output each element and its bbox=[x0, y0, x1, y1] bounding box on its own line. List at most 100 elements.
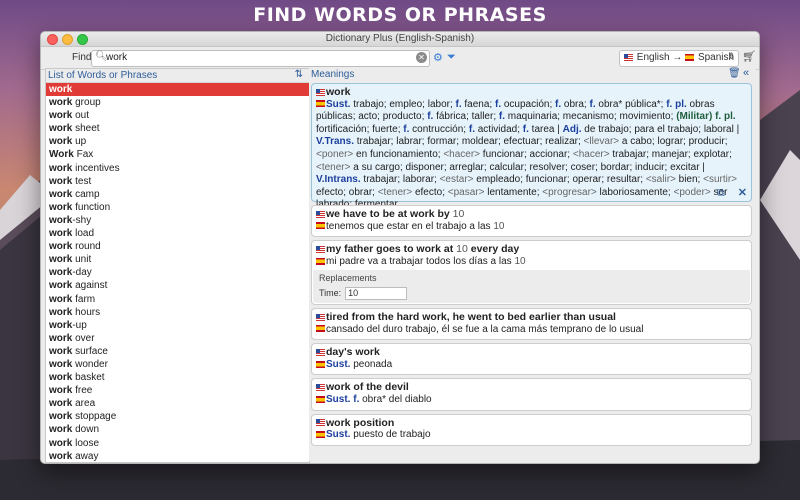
entry-definition: Sust. trabajo; empleo; labor; f. faena; … bbox=[316, 99, 747, 212]
word-list-item[interactable]: work-day bbox=[46, 266, 309, 279]
definition-text: ocupación; bbox=[501, 98, 556, 110]
language-direction-select[interactable]: English → Spanish ⇕ bbox=[619, 50, 739, 67]
spain-flag-icon bbox=[316, 395, 325, 403]
word-rest-text: out bbox=[72, 110, 90, 122]
word-list-item[interactable]: work test bbox=[46, 175, 309, 188]
word-list-item[interactable]: work away bbox=[46, 450, 309, 463]
lang-arrow: → bbox=[672, 52, 683, 63]
word-rest-text: basket bbox=[72, 372, 105, 384]
word-list-item[interactable]: work loose bbox=[46, 437, 309, 450]
us-flag-icon bbox=[624, 53, 633, 61]
word-match-text: Work bbox=[49, 149, 74, 161]
close-icon[interactable]: ✕ bbox=[738, 187, 747, 200]
cart-icon[interactable]: 🛒︎ bbox=[742, 50, 756, 63]
word-list-item[interactable]: work unit bbox=[46, 253, 309, 266]
word-match-text: work bbox=[49, 385, 73, 397]
example-translation: cansado del duro trabajo, él se fue a la… bbox=[326, 323, 644, 335]
main-card-actions: ⧉ ✕ bbox=[717, 187, 747, 200]
particle-tag: <tener> bbox=[377, 186, 413, 198]
search-input[interactable]: 🔍︎ work ✕ bbox=[91, 50, 430, 67]
definition-text: de trabajo; para el trabajo; laboral | bbox=[581, 123, 740, 135]
word-list-item[interactable]: work surface bbox=[46, 345, 309, 358]
example-number: 10 bbox=[514, 255, 526, 267]
settings-gear-icon[interactable]: ⚙ bbox=[433, 51, 443, 64]
word-list-item[interactable]: work free bbox=[46, 384, 309, 397]
word-list-item[interactable]: work group bbox=[46, 96, 309, 109]
word-list-item[interactable]: work load bbox=[46, 227, 309, 240]
word-match-text: work bbox=[49, 123, 73, 135]
word-list-item[interactable]: work incentives bbox=[46, 162, 309, 175]
word-rest-text: camp bbox=[72, 188, 100, 200]
word-list-item[interactable]: work out bbox=[46, 109, 309, 122]
phrase-translation: puesto de trabajo bbox=[350, 429, 431, 441]
example-number: 10 bbox=[493, 220, 505, 232]
word-list-item[interactable]: work against bbox=[46, 279, 309, 292]
definition-text: trabajar; manejar; explotar; bbox=[609, 148, 732, 160]
time-input[interactable]: 10 bbox=[345, 286, 408, 300]
example-card[interactable]: my father goes to work at 10 every day m… bbox=[311, 240, 752, 305]
word-list-item[interactable]: work-shy bbox=[46, 214, 309, 227]
copy-icon[interactable]: ⧉ bbox=[717, 187, 725, 200]
word-list-item[interactable]: work over bbox=[46, 332, 309, 345]
particle-tag: <surtir> bbox=[703, 174, 738, 186]
word-match-text: work bbox=[49, 201, 73, 213]
us-flag-icon bbox=[316, 88, 325, 96]
particle-tag: <llevar> bbox=[583, 136, 620, 148]
phrase-card[interactable]: work position Sust. puesto de trabajo bbox=[311, 413, 752, 446]
spain-flag-icon bbox=[316, 430, 325, 438]
sort-icon[interactable]: ⇅ bbox=[295, 69, 303, 80]
word-list-item[interactable]: work farm bbox=[46, 293, 309, 306]
word-list-item[interactable]: work camp bbox=[46, 188, 309, 201]
word-rest-text: up bbox=[72, 136, 87, 148]
word-list-item[interactable]: work area bbox=[46, 397, 309, 410]
us-flag-icon bbox=[316, 348, 325, 356]
meaning-cards: work Sust. trabajo; empleo; labor; f. fa… bbox=[311, 83, 752, 449]
word-list-item[interactable]: work basket bbox=[46, 371, 309, 384]
example-phrase: we have to be at work by bbox=[326, 208, 453, 220]
phrase-headword: day's work bbox=[326, 346, 380, 359]
example-card[interactable]: tired from the hard work, he went to bed… bbox=[311, 307, 752, 341]
word-list-item[interactable]: work stoppage bbox=[46, 410, 309, 423]
example-phrase: tired from the hard work, he went to bed… bbox=[326, 310, 616, 323]
word-list-item[interactable]: work hours bbox=[46, 306, 309, 319]
definition-text: bien; bbox=[675, 174, 704, 186]
definition-text: empleado; funcionar; operar; resultar; bbox=[473, 174, 646, 186]
word-list-item[interactable]: work sheet bbox=[46, 122, 309, 135]
word-list-item[interactable]: work up bbox=[46, 135, 309, 148]
definition-text: trabajar; labrar; formar; moldear; efect… bbox=[354, 136, 584, 148]
example-card[interactable]: we have to be at work by 10 tenemos que … bbox=[311, 205, 752, 238]
phrase-card[interactable]: work of the devil Sust. f. obra* del dia… bbox=[311, 378, 752, 411]
word-rest-text: unit bbox=[72, 254, 92, 266]
collapse-icon[interactable]: « bbox=[743, 67, 749, 79]
definition-text: funcionar; accionar; bbox=[480, 148, 573, 160]
main-meaning-card[interactable]: work Sust. trabajo; empleo; labor; f. fa… bbox=[311, 83, 752, 210]
word-list-item[interactable]: work wonder bbox=[46, 358, 309, 371]
definition-text: obra* pública*; bbox=[595, 98, 667, 110]
word-list-item[interactable]: work function bbox=[46, 201, 309, 214]
domain-tag: (Militar) f. pl. bbox=[676, 111, 736, 123]
word-match-text: work bbox=[49, 437, 73, 449]
word-match-text: work bbox=[49, 306, 73, 318]
trash-icon[interactable]: 🗑︎ bbox=[728, 68, 741, 79]
word-match-text: work bbox=[49, 450, 73, 462]
word-list-item[interactable]: work round bbox=[46, 240, 309, 253]
toolbar: Find: 🔍︎ work ✕ ⚙ ⏷ English → Spanish ⇕ … bbox=[41, 47, 759, 70]
word-match-text: work bbox=[49, 136, 73, 148]
promo-banner-title: FIND WORDS OR PHRASES bbox=[253, 4, 547, 26]
word-rest-text: free bbox=[72, 385, 93, 397]
clear-search-icon[interactable]: ✕ bbox=[416, 52, 427, 63]
word-rest-text: function bbox=[72, 201, 111, 213]
word-list-item[interactable]: work down bbox=[46, 423, 309, 436]
word-match-text: work bbox=[49, 332, 73, 344]
word-list-item[interactable]: Work Fax bbox=[46, 148, 309, 161]
particle-tag: <progresar> bbox=[542, 186, 597, 198]
definition-text: a cabo; lograr; producir; bbox=[619, 136, 728, 148]
word-match-text: work bbox=[49, 188, 73, 200]
word-list-item[interactable]: work bbox=[46, 83, 309, 97]
filter-icon[interactable]: ⏷ bbox=[447, 51, 456, 64]
phrase-card[interactable]: day's work Sust. peonada bbox=[311, 343, 752, 376]
word-list-item[interactable]: work-up bbox=[46, 319, 309, 332]
phrase-headword: work position bbox=[326, 416, 395, 429]
us-flag-icon bbox=[316, 313, 325, 321]
definition-text: efecto; obrar; bbox=[316, 186, 378, 198]
